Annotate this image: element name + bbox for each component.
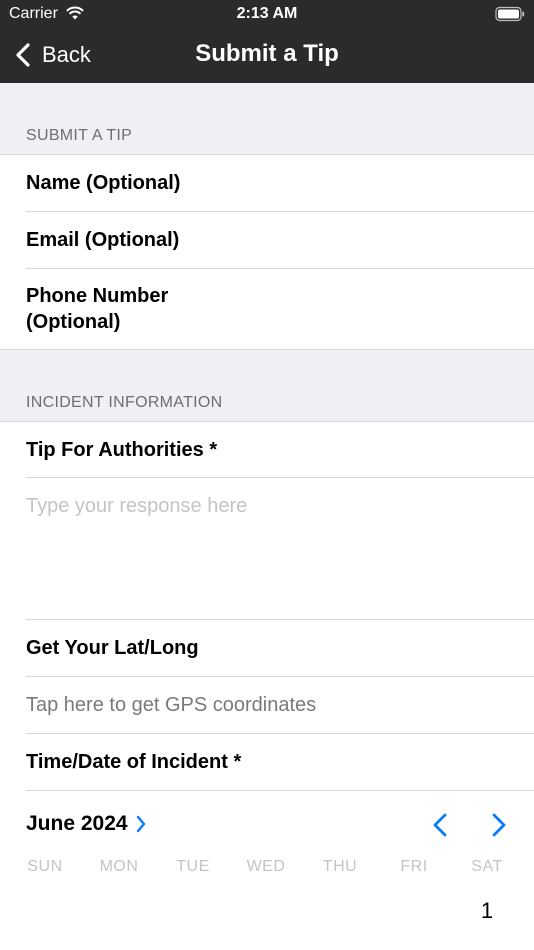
phone-field[interactable]: Phone Number (Optional): [0, 269, 534, 349]
weekday-label: MON: [99, 858, 139, 875]
email-label: Email (Optional): [26, 229, 180, 251]
name-field[interactable]: Name (Optional): [0, 155, 534, 211]
weekday-label: TUE: [176, 858, 210, 875]
weekday-label: THU: [322, 858, 358, 875]
status-bar: Carrier 2:13 AM: [0, 0, 534, 28]
weekday-label: SUN: [27, 858, 63, 875]
top-bar: Carrier 2:13 AM Back Submit a Tip: [0, 0, 534, 83]
calendar-day[interactable]: 1: [467, 898, 507, 924]
time-date-label: Time/Date of Incident *: [26, 751, 242, 773]
time-date-row: Time/Date of Incident *: [0, 734, 534, 790]
month-label: June 2024: [26, 812, 128, 835]
section-header-submit: SUBMIT A TIP: [0, 83, 534, 154]
chevron-right-icon: [136, 815, 145, 833]
latlong-row: Get Your Lat/Long: [0, 620, 534, 676]
tip-textarea[interactable]: Type your response here: [0, 478, 534, 619]
tip-label: Tip For Authorities *: [26, 439, 218, 461]
gps-hint: Tap here to get GPS coordinates: [26, 694, 317, 716]
battery-icon: [495, 6, 525, 22]
status-time: 2:13 AM: [236, 5, 298, 22]
weekday-label: WED: [246, 858, 286, 875]
section-title: INCIDENT INFORMATION: [26, 394, 223, 411]
next-month-button[interactable]: [490, 812, 508, 838]
phone-label-line2: (Optional): [26, 311, 121, 333]
weekday-label: FRI: [400, 858, 428, 875]
tip-row: Tip For Authorities *: [0, 422, 534, 477]
name-label: Name (Optional): [26, 172, 181, 194]
section-header-incident: INCIDENT INFORMATION: [0, 350, 534, 421]
phone-label-line1: Phone Number: [26, 285, 169, 307]
divider: [26, 790, 534, 791]
month-selector[interactable]: June 2024: [26, 812, 146, 836]
previous-month-button[interactable]: [431, 812, 449, 838]
tip-placeholder: Type your response here: [26, 495, 248, 517]
email-field[interactable]: Email (Optional): [0, 212, 534, 268]
gps-button[interactable]: Tap here to get GPS coordinates: [0, 677, 534, 733]
weekday-label: SAT: [471, 858, 503, 875]
section-title: SUBMIT A TIP: [26, 127, 133, 144]
page-title: Submit a Tip: [195, 40, 339, 67]
weekday-header: SUN MON TUE WED THU FRI SAT: [10, 858, 524, 878]
latlong-label: Get Your Lat/Long: [26, 637, 199, 659]
